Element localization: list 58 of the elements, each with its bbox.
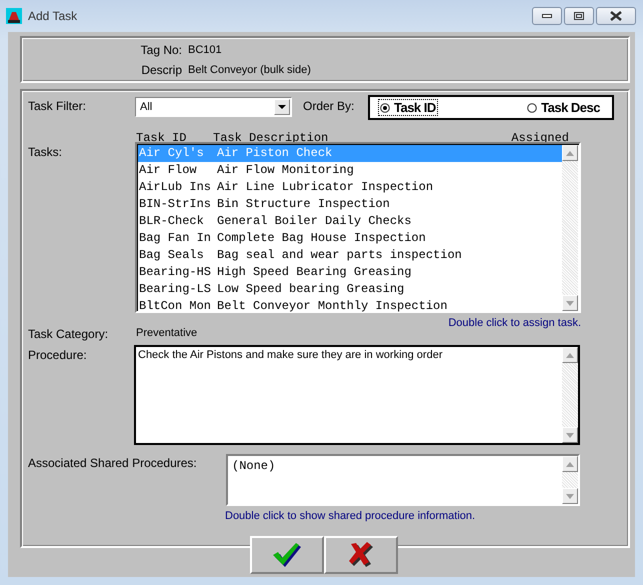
- down-arrow-icon: [566, 300, 574, 306]
- category-value: Preventative: [135, 327, 198, 339]
- task-row[interactable]: Bearing-LS Low Speed bearing Greasing: [138, 281, 562, 298]
- task-row[interactable]: Air Flow Air Flow Monitoring: [138, 162, 562, 179]
- column-header: Task Description: [213, 131, 330, 145]
- close-button[interactable]: [596, 7, 636, 25]
- window-title: Add Task: [28, 9, 78, 23]
- field-label: Task Category:: [28, 327, 110, 341]
- scroll-up-button[interactable]: [562, 347, 578, 363]
- up-arrow-icon: [566, 150, 574, 156]
- field-label: Tasks:: [28, 145, 64, 159]
- maximize-button[interactable]: [564, 7, 594, 25]
- close-icon: [610, 11, 622, 21]
- scroll-down-button[interactable]: [562, 488, 578, 504]
- scrollbar[interactable]: [562, 456, 578, 504]
- minimize-icon: [542, 14, 552, 18]
- app-icon: [6, 8, 22, 24]
- tag-value: BC101: [188, 42, 223, 58]
- hint-text: Double click to assign task.: [447, 317, 581, 329]
- field-label: Procedure:: [28, 348, 88, 362]
- cross-icon: [348, 542, 374, 568]
- radio-option[interactable]: Task Desc: [525, 99, 602, 116]
- task-row[interactable]: Bearing-HS High Speed Bearing Greasing: [138, 264, 562, 281]
- checkmark-icon: [272, 542, 302, 568]
- field-label: Order By:: [303, 99, 356, 113]
- scrollbar[interactable]: [562, 145, 578, 311]
- scroll-down-button[interactable]: [562, 427, 578, 443]
- scroll-down-button[interactable]: [562, 295, 578, 311]
- scroll-up-button[interactable]: [562, 456, 578, 472]
- down-arrow-icon: [566, 494, 574, 498]
- column-header: Task ID: [136, 131, 188, 145]
- up-arrow-icon: [566, 352, 574, 358]
- radio-option[interactable]: Task ID: [378, 99, 438, 116]
- field-label: Associated Shared Procedures:: [28, 456, 198, 470]
- scroll-up-button[interactable]: [562, 145, 578, 161]
- task-row[interactable]: AirLub Ins Air Line Lubricator Inspection: [138, 179, 562, 196]
- descrip-value: Belt Conveyor (bulk side): [188, 62, 312, 78]
- task-row[interactable]: BLR-Check General Boiler Daily Checks: [138, 213, 562, 230]
- task-row[interactable]: BltCon Mon Belt Conveyor Monthly Inspection: [138, 298, 562, 315]
- down-arrow-icon: [566, 432, 574, 438]
- descrip-label: Descrip: [140, 62, 182, 78]
- tag-label: Tag No:: [140, 42, 182, 58]
- up-arrow-icon: [566, 462, 574, 466]
- cancel-button[interactable]: [324, 536, 398, 574]
- minimize-button[interactable]: [532, 7, 562, 25]
- task-row[interactable]: BIN-StrIns Bin Structure Inspection: [138, 196, 562, 213]
- ok-button[interactable]: [250, 536, 324, 574]
- shared-procedures-field[interactable]: (None): [226, 454, 580, 506]
- hint-text: Double click to show shared procedure information.: [225, 510, 476, 522]
- field-label: Task Filter:: [28, 99, 88, 113]
- dropdown-arrow-icon: [278, 105, 286, 109]
- task-filter-dropdown[interactable]: All: [135, 97, 292, 117]
- maximize-icon: [574, 12, 584, 20]
- column-header: Assigned: [511, 131, 569, 145]
- task-row[interactable]: Bag Fan In Complete Bag House Inspection: [138, 230, 562, 247]
- task-row[interactable]: Bag Seals Bag seal and wear parts inspection: [138, 247, 562, 264]
- procedure-field[interactable]: Check the Air Pistons and make sure they are in working order: [134, 345, 580, 445]
- scrollbar[interactable]: [562, 347, 578, 443]
